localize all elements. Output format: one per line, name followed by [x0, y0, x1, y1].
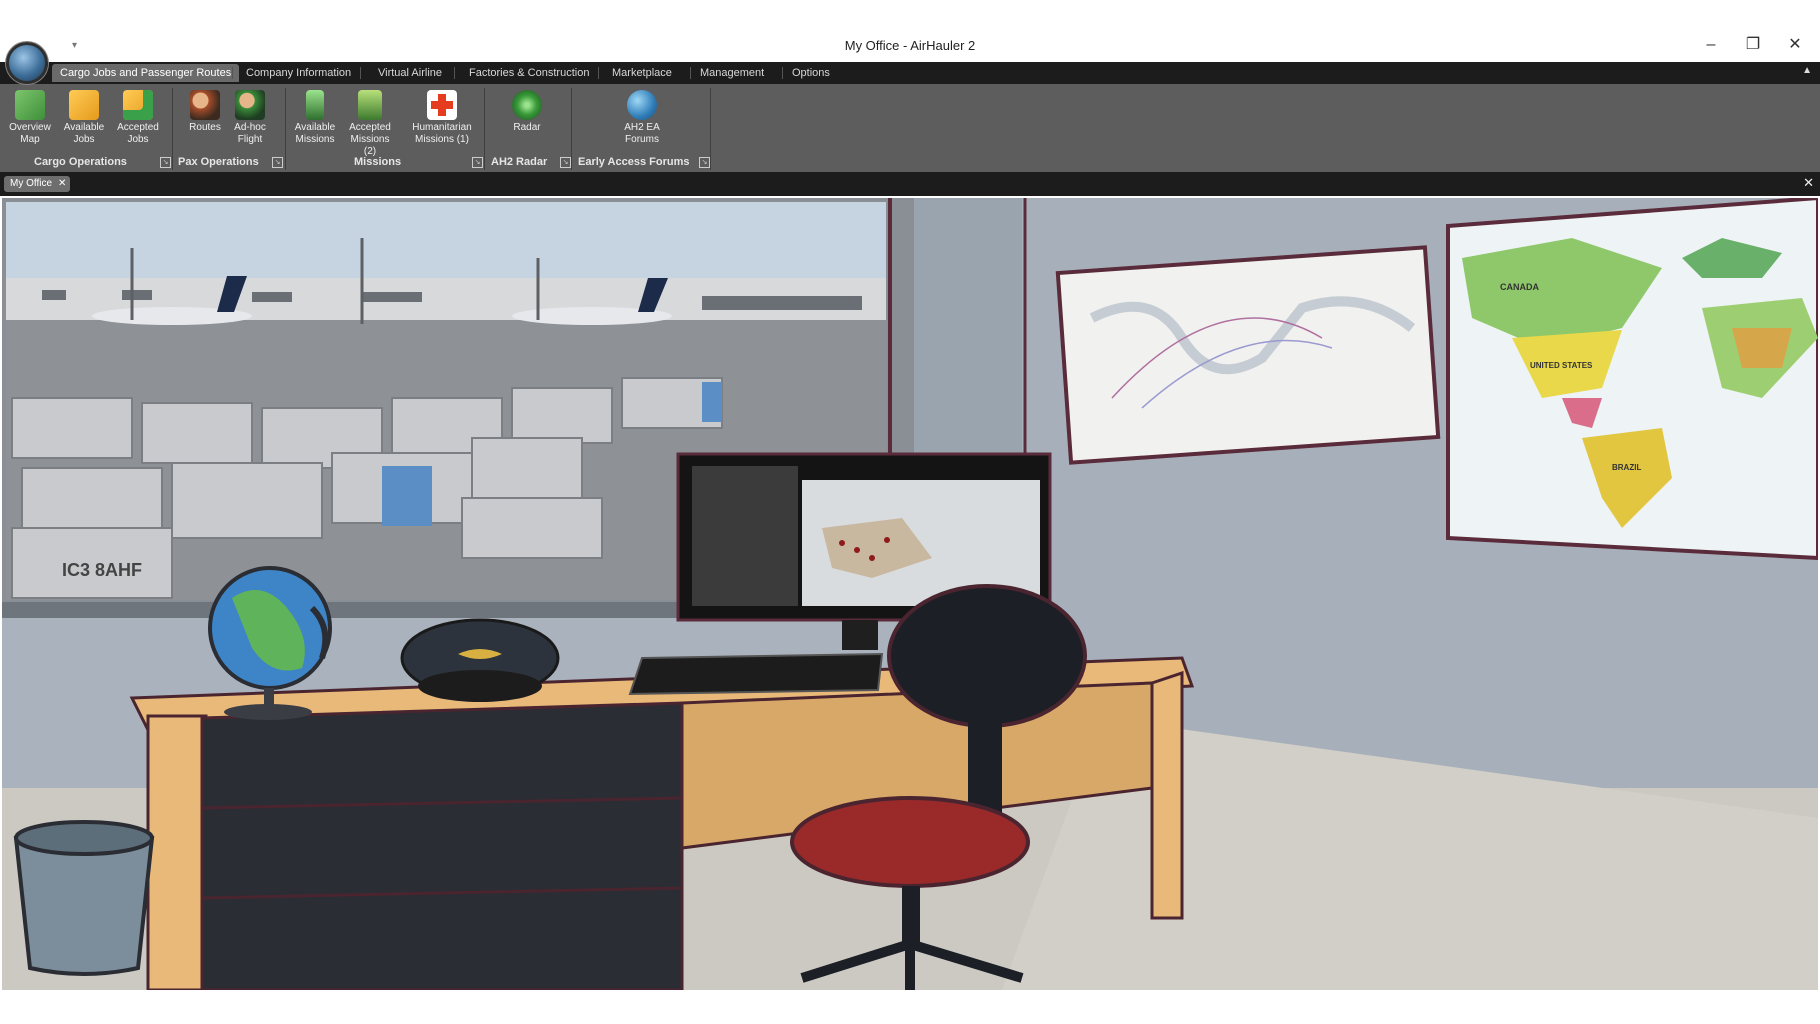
- dialog-launcher-icon[interactable]: ↘: [272, 157, 283, 168]
- accepted-missions-label: Accepted Missions (2): [349, 122, 391, 157]
- minimize-button[interactable]: –: [1694, 34, 1728, 56]
- ribbon-divider: [710, 88, 711, 170]
- accepted-jobs-button[interactable]: Accepted Jobs: [113, 90, 163, 146]
- trash-bin: [13, 820, 155, 976]
- cargo-check-icon: [123, 90, 153, 120]
- map-label-canada: CANADA: [1500, 282, 1539, 292]
- dialog-launcher-icon[interactable]: ↘: [472, 157, 483, 168]
- globe-icon: [627, 90, 657, 120]
- humanitarian-missions-label: Humanitarian Missions (1): [412, 122, 472, 145]
- office-illustration: IC3 8AHF CANADA UNITED STATES BRAZIL: [2, 198, 1818, 990]
- group-label-pax-operations: Pax Operations: [178, 156, 259, 168]
- document-tab-bar: My Office ✕ ✕: [0, 172, 1820, 196]
- available-jobs-label: Available Jobs: [63, 122, 105, 145]
- dialog-launcher-icon[interactable]: ↘: [699, 157, 710, 168]
- tab-options[interactable]: Options: [784, 64, 838, 82]
- available-missions-label: Available Missions: [294, 122, 336, 145]
- container-code: IC3 8AHF: [62, 560, 142, 580]
- red-cross-icon: [427, 90, 457, 120]
- map-pin-icon: [15, 90, 45, 120]
- radar-icon: [512, 90, 542, 120]
- routes-label: Routes: [189, 122, 221, 133]
- dialog-launcher-icon[interactable]: ↘: [560, 157, 571, 168]
- ribbon-divider: [484, 88, 485, 170]
- ribbon-divider: [571, 88, 572, 170]
- ad-hoc-flight-button[interactable]: Ad-hoc Flight: [225, 90, 275, 146]
- office-scene: IC3 8AHF CANADA UNITED STATES BRAZIL: [2, 198, 1818, 990]
- ah2-ea-forums-button[interactable]: AH2 EA Forums: [615, 90, 669, 146]
- ribbon-divider: [172, 88, 173, 170]
- phone-icon: [306, 90, 324, 120]
- document-tab-label: My Office: [10, 178, 53, 189]
- tab-marketplace[interactable]: Marketplace: [604, 64, 680, 82]
- menu-divider: [360, 67, 361, 79]
- accepted-jobs-label: Accepted Jobs: [117, 122, 159, 145]
- menu-divider: [782, 67, 783, 79]
- passengers-icon: [190, 90, 220, 120]
- available-missions-button[interactable]: Available Missions: [290, 90, 340, 146]
- tab-company-information[interactable]: Company Information: [238, 64, 359, 82]
- route-map: [1055, 245, 1441, 465]
- radar-label: Radar: [513, 122, 541, 133]
- menu-tab-bar: Cargo Jobs and Passenger Routes Company …: [0, 62, 1820, 84]
- radar-button[interactable]: Radar: [502, 90, 552, 134]
- app-logo-icon[interactable]: [6, 42, 48, 84]
- ribbon-divider: [285, 88, 286, 170]
- routes-button[interactable]: Routes: [180, 90, 230, 134]
- ah2-ea-forums-label: AH2 EA Forums: [624, 122, 660, 145]
- dialog-launcher-icon[interactable]: ↘: [160, 157, 171, 168]
- world-map: CANADA UNITED STATES BRAZIL: [1446, 198, 1818, 561]
- group-label-ah2-radar: AH2 Radar: [491, 156, 548, 168]
- cargo-box-icon: [69, 90, 99, 120]
- accepted-missions-button[interactable]: Accepted Missions (2): [345, 90, 395, 158]
- close-all-documents-icon[interactable]: ✕: [1803, 175, 1814, 191]
- menu-divider: [232, 67, 233, 79]
- tab-cargo-jobs-and-passenger-routes[interactable]: Cargo Jobs and Passenger Routes: [52, 64, 240, 82]
- overview-map-button[interactable]: Overview Map: [5, 90, 55, 146]
- mission-check-icon: [358, 90, 382, 120]
- available-jobs-button[interactable]: Available Jobs: [59, 90, 109, 146]
- map-label-brazil: BRAZIL: [1612, 463, 1641, 472]
- app-window: ▾ My Office - AirHauler 2 – ❐ ✕ Cargo Jo…: [0, 0, 1820, 990]
- group-label-early-access-forums: Early Access Forums: [578, 156, 690, 168]
- humanitarian-missions-button[interactable]: Humanitarian Missions (1): [410, 90, 474, 146]
- tab-virtual-airline[interactable]: Virtual Airline: [370, 64, 450, 82]
- menu-divider: [454, 67, 455, 79]
- maximize-button[interactable]: ❐: [1736, 34, 1770, 56]
- close-icon[interactable]: ✕: [58, 178, 66, 189]
- pilot-hat: [400, 618, 560, 702]
- ad-hoc-flight-label: Ad-hoc Flight: [234, 122, 266, 145]
- group-label-cargo-operations: Cargo Operations: [34, 156, 127, 168]
- map-label-united-states: UNITED STATES: [1530, 361, 1593, 370]
- window-title: My Office - AirHauler 2: [844, 38, 976, 53]
- overview-map-label: Overview Map: [9, 122, 51, 145]
- group-label-missions: Missions: [354, 156, 402, 168]
- menu-divider: [690, 67, 691, 79]
- document-tab-my-office[interactable]: My Office ✕: [4, 176, 71, 192]
- menu-divider: [598, 67, 599, 79]
- close-button[interactable]: ✕: [1778, 34, 1812, 56]
- tab-management[interactable]: Management: [692, 64, 772, 82]
- passenger-flight-icon: [235, 90, 265, 120]
- tab-factories-and-construction[interactable]: Factories & Construction: [461, 64, 597, 82]
- ribbon: Overview Map Available Jobs Accepted Job…: [0, 84, 1820, 172]
- chevron-up-icon[interactable]: ▲: [1802, 65, 1812, 76]
